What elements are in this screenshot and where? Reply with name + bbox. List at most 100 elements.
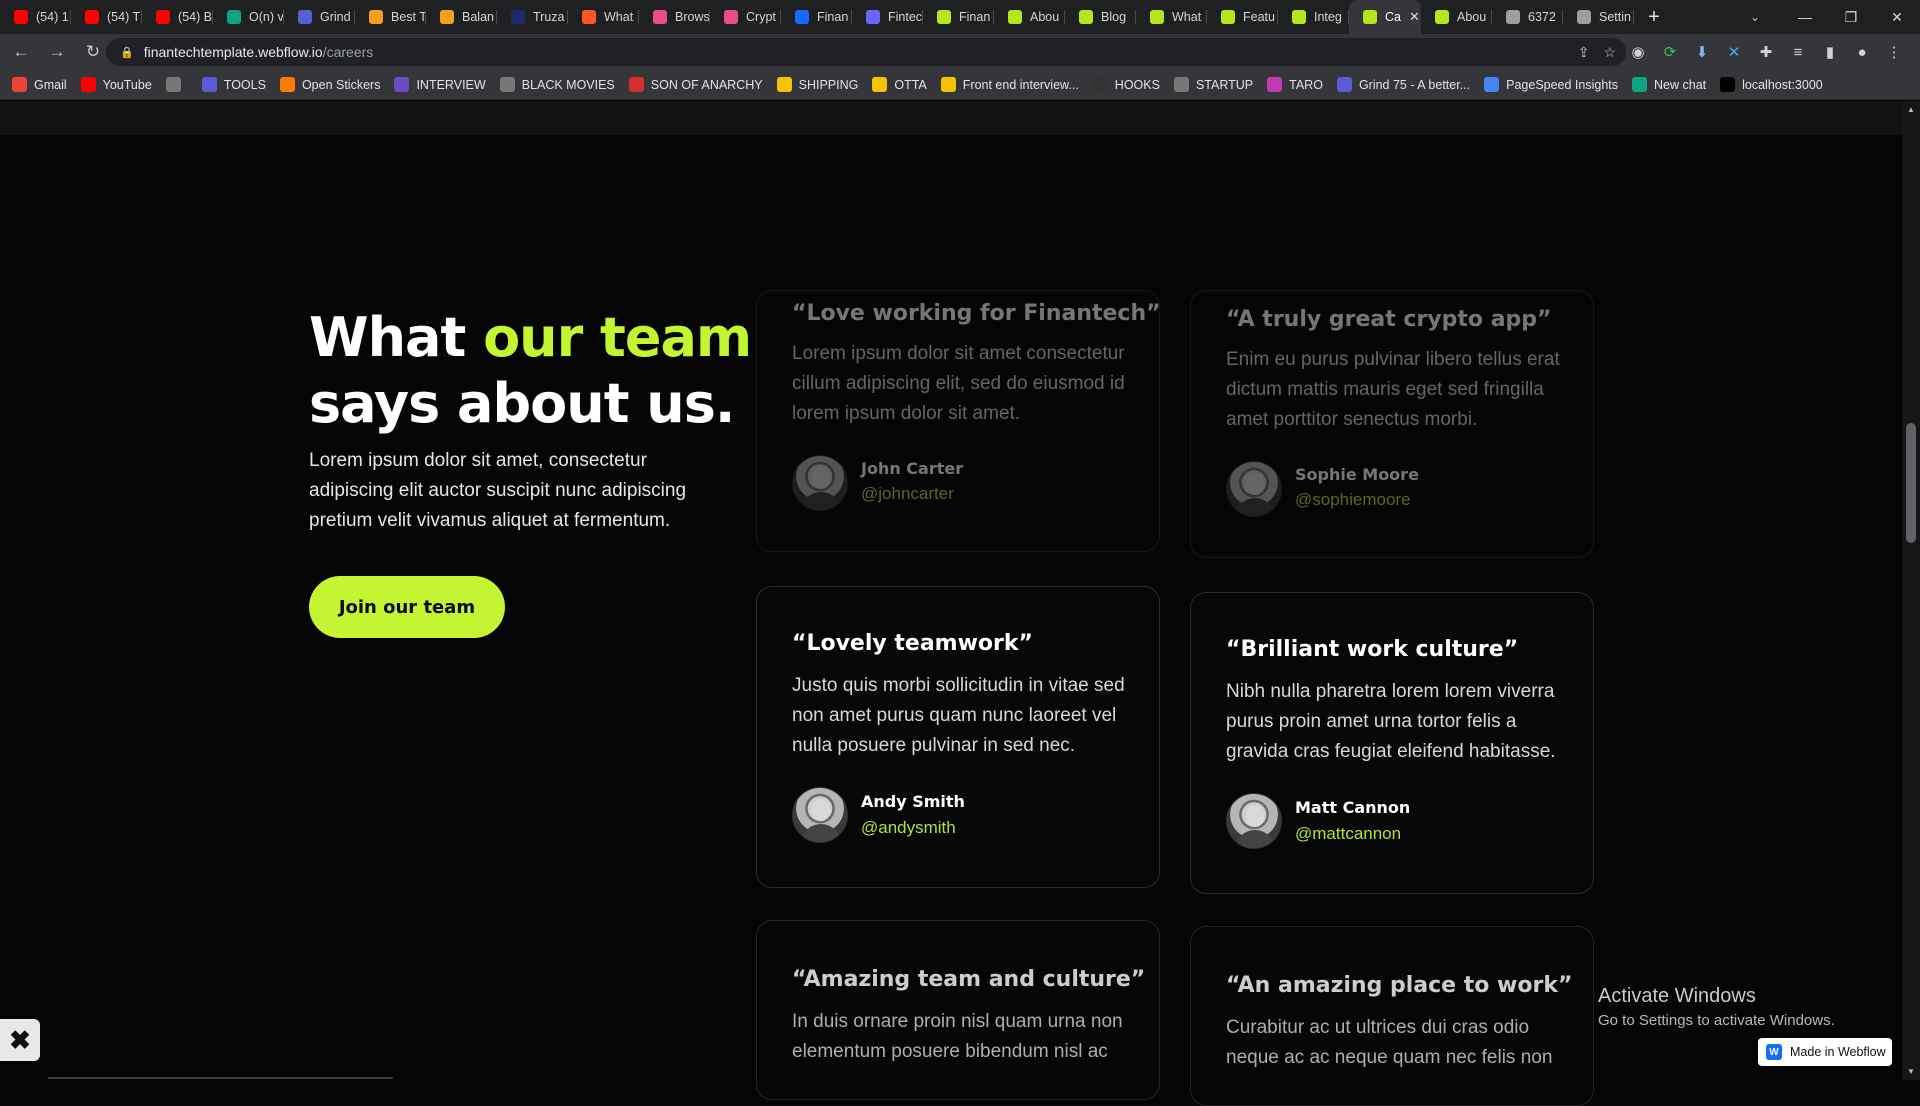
bookmark-favicon-icon	[872, 77, 888, 92]
leetcode-icon	[440, 10, 454, 24]
download-icon[interactable]: ⬇	[1686, 43, 1718, 61]
url-host: finantechtemplate.webflow.io	[143, 44, 323, 60]
sidepanel-icon[interactable]: ▮	[1814, 43, 1846, 61]
browser-tab[interactable]: Abou	[1421, 0, 1492, 34]
bookmark-item[interactable]: New chat	[1632, 77, 1706, 92]
browser-tab[interactable]: Grind	[284, 0, 355, 34]
bookmark-item[interactable]: Open Stickers	[279, 77, 380, 92]
browser-tab[interactable]: Finan	[923, 0, 994, 34]
bookmark-label: New chat	[1654, 77, 1707, 92]
media-queue-icon[interactable]: ≡	[1782, 44, 1814, 61]
made-in-webflow-badge[interactable]: W Made in Webflow	[1758, 1038, 1892, 1066]
bookmark-favicon-icon	[1336, 77, 1352, 92]
browser-tab[interactable]: O(n) v	[213, 0, 284, 34]
address-bar[interactable]: 🔒 finantechtemplate.webflow.io/careers ⇪…	[106, 38, 1626, 66]
scrollbar-thumb[interactable]	[1906, 423, 1916, 543]
browser-tab[interactable]: Fintec	[852, 0, 923, 34]
tab-title: Truza	[533, 10, 565, 24]
tab-title: (54) T	[107, 10, 141, 24]
restore-button[interactable]: ❐	[1828, 0, 1874, 34]
reload-button[interactable]: ↻	[78, 37, 108, 67]
extension-icon[interactable]: ✕	[1718, 43, 1750, 61]
share-icon[interactable]: ⇪	[1578, 44, 1590, 61]
author-handle[interactable]: @andysmith	[861, 818, 956, 838]
extension-icon[interactable]: ◉	[1622, 43, 1654, 61]
browser-tab[interactable]: What	[1136, 0, 1207, 34]
tab-title: Blog	[1101, 10, 1127, 24]
bookmarks-bar: Gmail YouTube TOOLS Open Stickers INTERVIEW B…	[0, 70, 1920, 100]
bookmark-item[interactable]: Grind 75 - A better...	[1336, 77, 1470, 92]
bookmark-item[interactable]: OTTA	[872, 77, 927, 92]
testimonial-title: “An amazing place to work”	[1226, 973, 1573, 998]
chatgpt-icon	[227, 10, 241, 24]
testimonial-body: In duis ornare proin nisl quam urna non …	[792, 1011, 1123, 1062]
badge-label: Made in Webflow	[1790, 1045, 1886, 1059]
browser-tab[interactable]: Settin	[1563, 0, 1634, 34]
bookmark-label: SHIPPING	[798, 77, 859, 92]
author-name: Matt Cannon	[1295, 798, 1411, 817]
browser-tab[interactable]: 6372	[1492, 0, 1563, 34]
menu-kebab-icon[interactable]: ⋮	[1878, 43, 1910, 61]
minimize-button[interactable]: —	[1782, 0, 1828, 34]
tab-title: Best T	[391, 10, 426, 24]
horizontal-scroll-indicator	[48, 1077, 393, 1079]
browser-tab[interactable]: Best T	[355, 0, 426, 34]
bookmark-item[interactable]: TOOLS	[201, 77, 266, 92]
browser-tab[interactable]: Abou	[994, 0, 1065, 34]
bookmark-item[interactable]: INTERVIEW	[394, 77, 486, 92]
bookmark-item[interactable]: PageSpeed Insights	[1484, 77, 1618, 92]
close-x-icon[interactable]: ✖	[0, 1019, 40, 1061]
bookmark-item[interactable]: Front end interview...	[940, 77, 1079, 92]
author-handle[interactable]: @sophiemoore	[1295, 490, 1411, 510]
tab-title: Finan	[959, 10, 991, 24]
bookmark-item[interactable]: Gmail	[12, 77, 67, 92]
browser-tab[interactable]: Ca ✕	[1349, 0, 1421, 34]
bookmark-item[interactable]: STARTUP	[1173, 77, 1253, 92]
browser-tab[interactable]: (54) 1	[0, 0, 71, 34]
bookmark-item[interactable]: SHIPPING	[776, 77, 859, 92]
browser-tab[interactable]: Brows	[639, 0, 710, 34]
lock-icon[interactable]: 🔒	[120, 46, 134, 59]
tab-title: Fintec	[888, 10, 923, 24]
join-team-button[interactable]: Join our team	[309, 576, 505, 638]
browser-tab[interactable]: What	[568, 0, 639, 34]
globe-icon	[511, 10, 525, 24]
browser-tab[interactable]: (54) T	[71, 0, 142, 34]
author-handle[interactable]: @johncarter	[861, 484, 954, 504]
new-tab-button[interactable]: +	[1634, 6, 1674, 29]
browser-tab[interactable]: Truza	[497, 0, 568, 34]
tab-search-icon[interactable]: ⌄	[1740, 0, 1770, 34]
browser-tab[interactable]: Finan	[781, 0, 852, 34]
bookmark-item[interactable]	[165, 77, 188, 92]
bookmark-item[interactable]: HOOKS	[1092, 77, 1160, 92]
browser-tab[interactable]: Blog	[1065, 0, 1136, 34]
close-tab-icon[interactable]: ✕	[1409, 9, 1420, 25]
bookmark-label: INTERVIEW	[416, 77, 486, 92]
browser-tab[interactable]: (54) B	[142, 0, 213, 34]
grind75-icon	[298, 10, 312, 24]
bookmark-item[interactable]: BLACK MOVIES	[499, 77, 615, 92]
close-window-button[interactable]: ✕	[1874, 0, 1920, 34]
browser-tab[interactable]: Featu	[1207, 0, 1278, 34]
bookmark-star-icon[interactable]: ☆	[1603, 44, 1616, 61]
bookmark-favicon-icon	[165, 77, 181, 92]
extensions-area: ◉ ⟳ ⬇ ✕ ✚ ≡ ▮ ● ⋮	[1622, 34, 1910, 70]
finantech-icon	[1079, 10, 1093, 24]
bookmark-item[interactable]: SON OF ANARCHY	[628, 77, 763, 92]
forward-button[interactable]: →	[42, 37, 72, 67]
back-button[interactable]: ←	[6, 37, 36, 67]
browser-tab[interactable]: Crypt	[710, 0, 781, 34]
bookmark-item[interactable]: localhost:3000	[1720, 77, 1823, 92]
scroll-up-icon[interactable]: ▲	[1907, 105, 1915, 114]
bookmark-label: Gmail	[34, 77, 67, 92]
extension-icon[interactable]: ⟳	[1654, 43, 1686, 61]
author-handle[interactable]: @mattcannon	[1295, 824, 1401, 844]
bookmark-item[interactable]: YouTube	[80, 77, 152, 92]
puzzle-icon[interactable]: ✚	[1750, 43, 1782, 61]
bookmark-item[interactable]: TARO	[1267, 77, 1323, 92]
browser-tab[interactable]: Balan	[426, 0, 497, 34]
profile-avatar-icon[interactable]: ●	[1846, 44, 1878, 61]
scroll-down-icon[interactable]: ▼	[1907, 1067, 1915, 1076]
page-scrollbar[interactable]: ▲ ▼	[1902, 101, 1920, 1080]
browser-tab[interactable]: Integ	[1278, 0, 1349, 34]
